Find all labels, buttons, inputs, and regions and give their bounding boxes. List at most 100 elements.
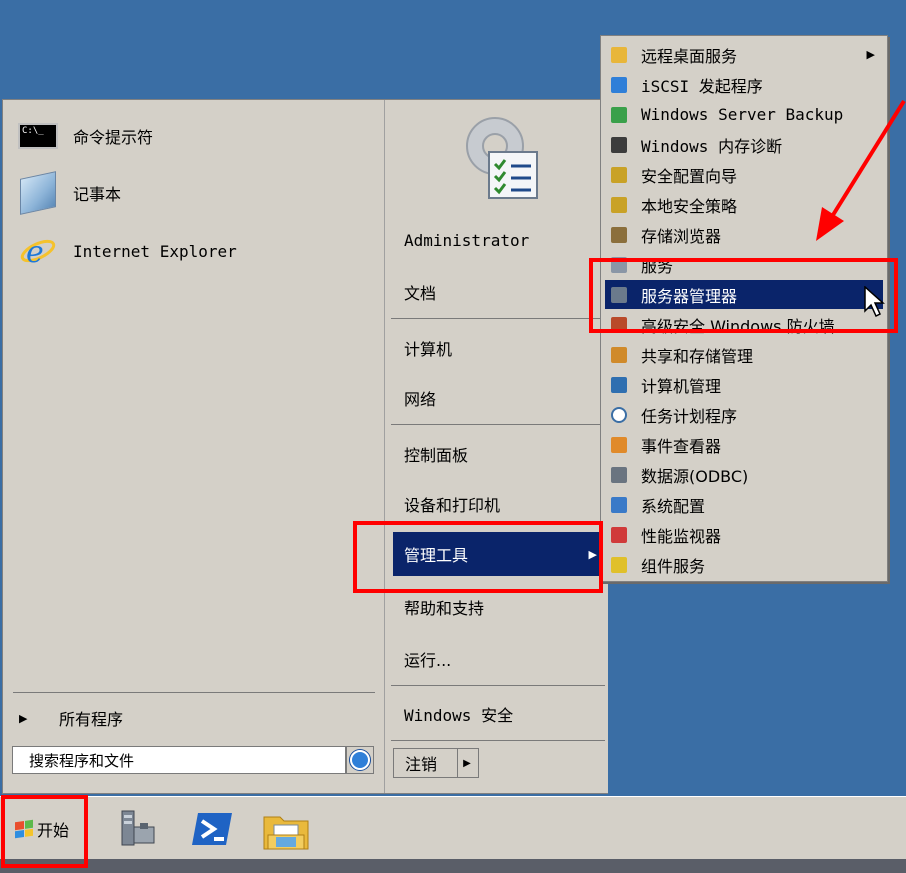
help-label: 帮助和支持 xyxy=(404,599,485,618)
submenu-item-label: 服务器管理器 xyxy=(641,286,738,306)
firewall-icon xyxy=(608,315,630,335)
computer-link[interactable]: 计算机 xyxy=(393,328,605,368)
windows-logo-icon xyxy=(14,819,33,839)
taskbar-edge xyxy=(0,859,906,873)
backup-icon xyxy=(608,105,630,125)
submenu-item[interactable]: 计算机管理 xyxy=(605,370,883,399)
computer-management-icon xyxy=(608,375,630,395)
submenu-item-label: 存储浏览器 xyxy=(641,226,722,246)
chevron-right-icon: ▶ xyxy=(866,48,875,61)
admin-tools-label: 管理工具 xyxy=(404,546,469,565)
separator xyxy=(13,692,375,693)
submenu-item-label: iSCSI 发起程序 xyxy=(641,76,763,96)
annotation-arrow-icon xyxy=(816,99,906,241)
all-programs-label: 所有程序 xyxy=(59,710,124,729)
folder-icon xyxy=(608,45,630,65)
submenu-item[interactable]: 任务计划程序 xyxy=(605,400,883,429)
performance-monitor-icon xyxy=(608,525,630,545)
start-label: 开始 xyxy=(36,821,69,840)
separator xyxy=(391,740,605,741)
system-config-icon xyxy=(608,495,630,515)
submenu-item-label: 计算机管理 xyxy=(641,376,722,396)
security-policy-icon xyxy=(608,195,630,215)
submenu-item-label: 本地安全策略 xyxy=(641,196,738,216)
mouse-cursor-icon xyxy=(864,286,885,318)
submenu-item-label: Windows 内存诊断 xyxy=(641,136,783,156)
command-prompt-icon: C:\_ xyxy=(17,115,59,157)
pinned-label: Internet Explorer xyxy=(73,241,237,261)
control-panel-label: 控制面板 xyxy=(404,446,469,465)
submenu-item[interactable]: 高级安全 Windows 防火墙 xyxy=(605,310,883,339)
shutdown-options-arrow-icon[interactable]: ▶ xyxy=(457,749,476,777)
pinned-label: 记事本 xyxy=(73,185,122,204)
share-storage-icon xyxy=(608,345,630,365)
start-menu-left-pane: C:\_ 命令提示符 记事本 e Internet Explorer ▶ 所有程… xyxy=(3,100,383,793)
explorer-folder-icon xyxy=(263,816,309,850)
submenu-item[interactable]: 数据源(ODBC) xyxy=(605,460,883,489)
submenu-item-label: 服务 xyxy=(641,256,674,276)
submenu-item-label: 任务计划程序 xyxy=(641,406,738,426)
triangle-right-icon: ▶ xyxy=(19,711,28,725)
user-account-link[interactable]: Administrator xyxy=(393,220,605,260)
administrative-tools-menu-item[interactable]: 管理工具 ▶ xyxy=(393,532,605,576)
user-picture[interactable] xyxy=(455,108,547,200)
clock-icon xyxy=(608,405,630,425)
pinned-command-prompt[interactable]: C:\_ 命令提示符 xyxy=(17,113,367,159)
documents-label: 文档 xyxy=(404,284,437,303)
submenu-item-label: 组件服务 xyxy=(641,556,706,576)
event-viewer-icon xyxy=(608,435,630,455)
admin-tools-picture-icon xyxy=(466,117,538,199)
svg-text:e: e xyxy=(26,235,44,270)
search-button[interactable] xyxy=(346,746,374,774)
network-label: 网络 xyxy=(404,390,437,409)
windows-security-link[interactable]: Windows 安全 xyxy=(393,694,605,734)
taskbar-explorer[interactable] xyxy=(262,807,310,851)
server-manager-taskbar-icon xyxy=(121,810,155,846)
submenu-item-label: 远程桌面服务 xyxy=(641,46,738,66)
logoff-label: 注销 xyxy=(405,755,438,774)
submenu-item-label: 事件查看器 xyxy=(641,436,722,456)
start-button[interactable]: 开始 xyxy=(3,803,81,855)
notepad-icon xyxy=(17,171,59,215)
user-name: Administrator xyxy=(404,230,530,250)
memory-chip-icon xyxy=(608,135,630,155)
submenu-item[interactable]: 系统配置 xyxy=(605,490,883,519)
search-input[interactable]: 搜索程序和文件 xyxy=(12,746,346,774)
submenu-item[interactable]: 服务器管理器 xyxy=(605,280,883,309)
submenu-item[interactable]: 远程桌面服务 ▶ xyxy=(605,40,883,69)
start-menu: C:\_ 命令提示符 记事本 e Internet Explorer ▶ 所有程… xyxy=(2,99,608,794)
run-label: 运行... xyxy=(404,651,452,670)
separator xyxy=(391,685,605,686)
submenu-item-label: 系统配置 xyxy=(641,496,706,516)
taskbar-powershell[interactable] xyxy=(188,807,236,851)
server-manager-icon xyxy=(608,285,630,305)
pinned-notepad[interactable]: 记事本 xyxy=(17,170,367,216)
devices-printers-link[interactable]: 设备和打印机 xyxy=(393,484,605,524)
all-programs-button[interactable]: ▶ 所有程序 xyxy=(3,702,383,734)
submenu-item[interactable]: 组件服务 xyxy=(605,550,883,579)
run-link[interactable]: 运行... xyxy=(393,639,605,679)
documents-link[interactable]: 文档 xyxy=(393,272,605,312)
submenu-item-label: 数据源(ODBC) xyxy=(641,466,749,486)
submenu-item-label: 安全配置向导 xyxy=(641,166,738,186)
taskbar-server-manager[interactable] xyxy=(112,807,160,851)
submenu-item[interactable]: 事件查看器 xyxy=(605,430,883,459)
submenu-item-label: 共享和存储管理 xyxy=(641,346,754,366)
devices-printers-label: 设备和打印机 xyxy=(404,496,501,515)
network-link[interactable]: 网络 xyxy=(393,378,605,418)
separator xyxy=(391,424,605,425)
pinned-internet-explorer[interactable]: e Internet Explorer xyxy=(17,228,367,274)
submenu-item[interactable]: 性能监视器 xyxy=(605,520,883,549)
taskbar: 开始 xyxy=(0,796,906,860)
start-menu-right-pane: Administrator 文档 计算机 网络 控制面板 设备和打印机 管理工具… xyxy=(384,100,608,793)
windows-security-label: Windows 安全 xyxy=(404,706,514,725)
services-gear-icon xyxy=(608,255,630,275)
separator xyxy=(391,318,605,319)
help-support-link[interactable]: 帮助和支持 xyxy=(393,587,605,627)
storage-explorer-icon xyxy=(608,225,630,245)
logoff-button[interactable]: 注销 ▶ xyxy=(393,748,479,778)
internet-explorer-icon: e xyxy=(17,230,59,272)
submenu-item[interactable]: 共享和存储管理 xyxy=(605,340,883,369)
control-panel-link[interactable]: 控制面板 xyxy=(393,434,605,474)
chevron-right-icon: ▶ xyxy=(588,547,597,561)
